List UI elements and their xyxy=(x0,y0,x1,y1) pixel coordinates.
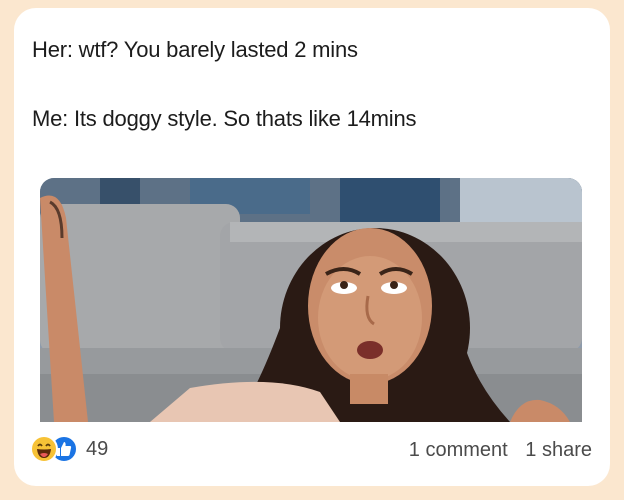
post-text-line-2: Me: Its doggy style. So thats like 14min… xyxy=(32,106,417,131)
reactions-summary[interactable]: 49 xyxy=(30,434,108,464)
haha-icon xyxy=(30,435,58,463)
post-image[interactable] xyxy=(40,178,582,422)
post-card: Her: wtf? You barely lasted 2 mins Me: I… xyxy=(14,8,610,486)
comments-link[interactable]: 1 comment xyxy=(409,439,508,461)
reaction-count: 49 xyxy=(86,437,109,460)
post-text-line-1: Her: wtf? You barely lasted 2 mins xyxy=(32,37,358,62)
post-stats: 1 comment 1 share xyxy=(409,439,592,462)
shares-link[interactable]: 1 share xyxy=(525,439,592,461)
post-footer: 49 1 comment 1 share xyxy=(14,432,610,472)
